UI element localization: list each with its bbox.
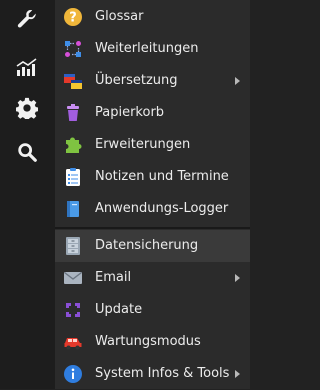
cabinet-backup-icon <box>63 236 83 256</box>
menu-item-label: Papierkorb <box>95 105 165 120</box>
menu-item-label: Email <box>95 270 132 285</box>
menu-item-papierkorb[interactable]: Papierkorb <box>55 97 250 129</box>
puzzle-piece-icon <box>63 135 83 155</box>
menu-item-label: System Infos & Tools <box>95 366 230 381</box>
menu-item-label: Anwendungs-Logger <box>95 201 229 216</box>
clipboard-notes-icon <box>63 167 83 187</box>
submenu-arrow-icon <box>235 77 240 85</box>
menu-item-label: Update <box>95 302 143 317</box>
menu-item-label: Wartungsmodus <box>95 334 201 349</box>
menu-item-label: Datensicherung <box>95 238 199 253</box>
logbook-icon <box>63 199 83 219</box>
menu-item-update[interactable]: Update <box>55 294 250 326</box>
trash-bin-icon <box>63 103 83 123</box>
svg-text:?: ? <box>69 11 77 26</box>
envelope-icon <box>63 268 83 288</box>
menu-item-weiterleitungen[interactable]: Weiterleitungen <box>55 33 250 65</box>
car-maintenance-icon <box>63 332 83 352</box>
menu-item-label: Notizen und Termine <box>95 169 229 184</box>
statistics-chart-icon[interactable] <box>14 54 40 80</box>
translation-flags-icon <box>63 71 83 91</box>
update-cycle-icon <box>63 300 83 320</box>
menu-item-datensicherung[interactable]: Datensicherung <box>55 230 250 262</box>
menu-item-email[interactable]: Email <box>55 262 250 294</box>
search-icon[interactable] <box>14 139 40 165</box>
info-circle-icon <box>63 364 83 384</box>
gear-icon[interactable] <box>14 95 40 121</box>
menu-item-erweiterungen[interactable]: Erweiterungen <box>55 129 250 161</box>
menu-item-anwendungs-logger[interactable]: Anwendungs-Logger <box>55 193 250 225</box>
submenu-arrow-icon <box>235 274 240 282</box>
left-sidebar <box>0 0 55 389</box>
menu-item-uebersetzung[interactable]: Übersetzung <box>55 65 250 97</box>
menu-divider <box>55 227 250 229</box>
menu-item-glossar[interactable]: ? Glossar <box>55 1 250 33</box>
menu-item-label: Weiterleitungen <box>95 41 199 56</box>
redirect-nodes-icon <box>63 39 83 59</box>
question-circle-icon: ? <box>63 7 83 27</box>
wrench-icon[interactable] <box>14 6 40 32</box>
submenu-arrow-icon <box>235 370 240 378</box>
menu-item-system-infos-tools[interactable]: System Infos & Tools <box>55 358 250 390</box>
menu-item-label: Erweiterungen <box>95 137 191 152</box>
tools-dropdown-menu: ? Glossar Weiterleitungen Übersetzung Pa… <box>55 0 250 389</box>
menu-item-wartungsmodus[interactable]: Wartungsmodus <box>55 326 250 358</box>
menu-item-label: Glossar <box>95 9 144 24</box>
menu-item-label: Übersetzung <box>95 73 178 88</box>
menu-item-notizen-und-termine[interactable]: Notizen und Termine <box>55 161 250 193</box>
